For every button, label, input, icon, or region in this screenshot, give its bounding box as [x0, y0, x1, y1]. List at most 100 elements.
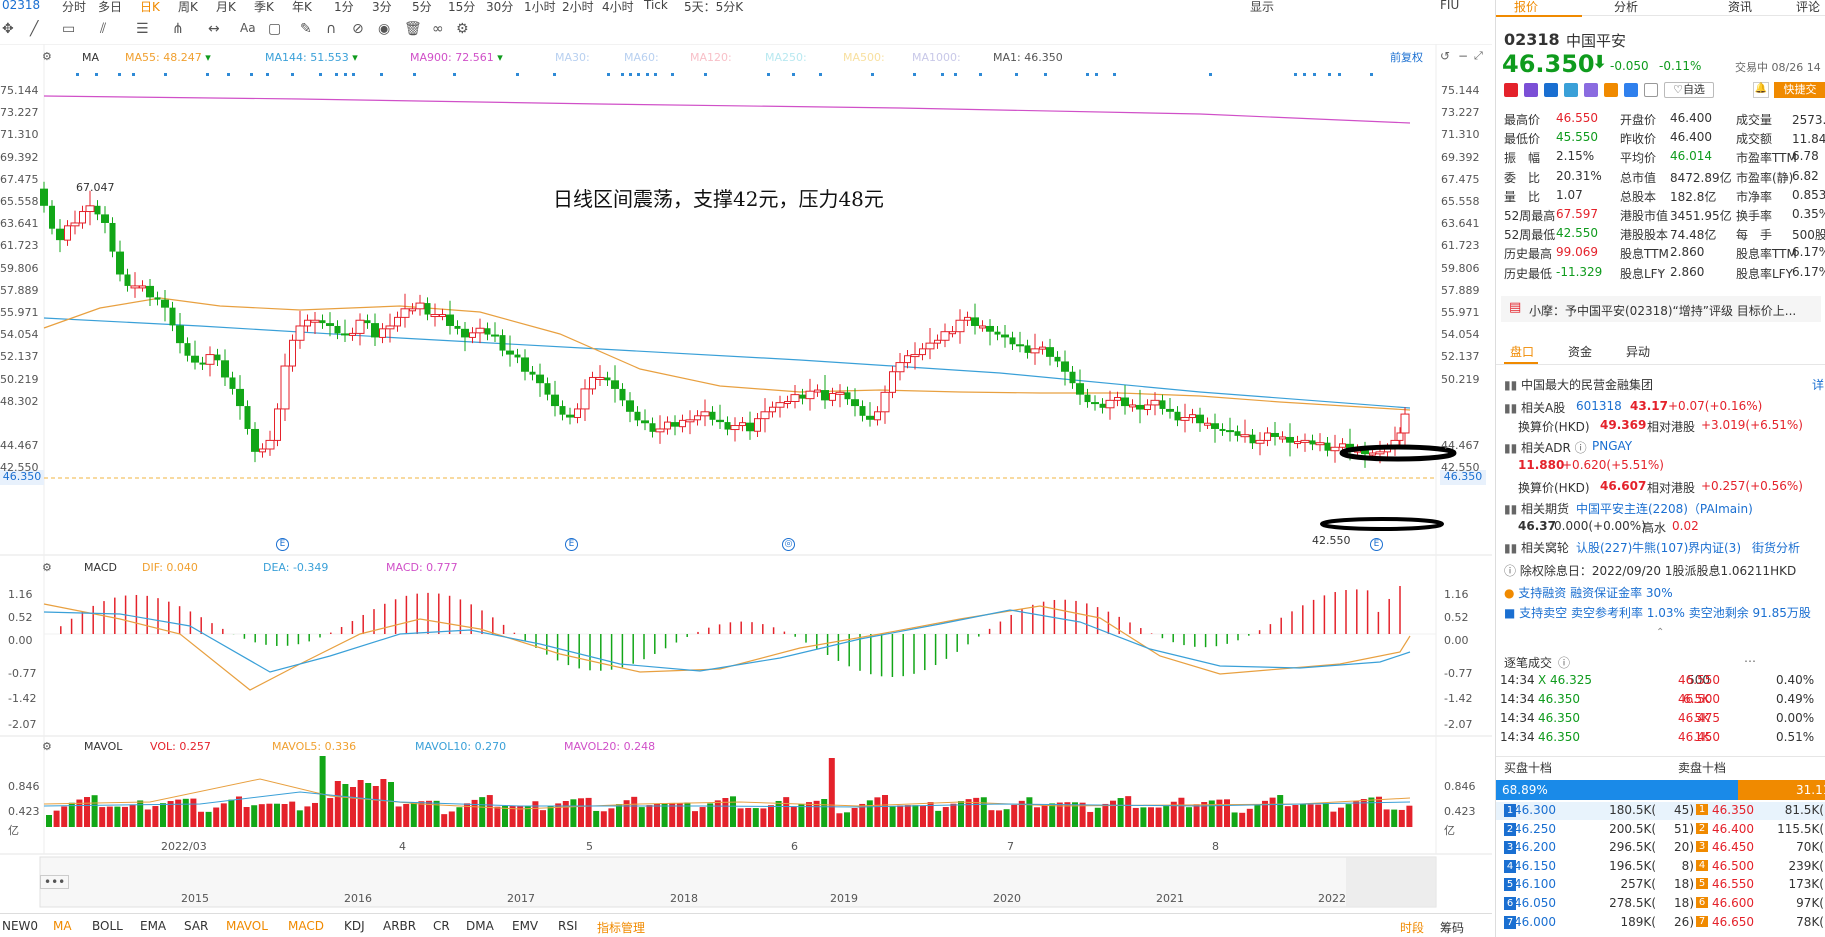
ind-boll[interactable]: BOLL — [92, 919, 123, 933]
pitchfork-icon[interactable]: ⋔ — [172, 21, 184, 37]
warrant-call[interactable]: 认股(227) — [1576, 539, 1632, 556]
chart-annotation[interactable]: 日线区间震荡，支撑42元，压力48元 — [553, 183, 884, 212]
short-row[interactable]: ■ 支持卖空 卖空参考利率 1.03% 卖空池剩余 91.85万股 — [1504, 604, 1811, 621]
tf-yearly[interactable]: 年K — [292, 0, 312, 14]
ind-ma[interactable]: MA — [53, 919, 72, 933]
tag-badge-icon[interactable] — [1624, 83, 1638, 97]
tf-5m[interactable]: 5分 — [412, 0, 432, 14]
ma-legend-5[interactable]: MA120: — [690, 51, 732, 64]
ind-rsi[interactable]: RSI — [558, 919, 578, 933]
tf-15m[interactable]: 15分 — [448, 0, 475, 14]
ind-new0[interactable]: NEW0 — [2, 919, 38, 933]
ma-legend-8[interactable]: MA1000: — [912, 51, 961, 64]
macd-settings-icon[interactable]: ⚙ — [42, 561, 52, 574]
expand-icon[interactable]: ⤢ — [1474, 49, 1483, 63]
tf-quarterly[interactable]: 季K — [254, 0, 274, 14]
ind-kdj[interactable]: KDJ — [344, 919, 365, 933]
ma-legend-1[interactable]: MA144: 51.553 ▾ — [265, 51, 358, 64]
minimize-icon[interactable]: − — [1458, 49, 1468, 63]
book-row[interactable]: 1 46.300 180.5K( 45) 1 46.350 81.5K( — [1496, 802, 1825, 820]
mavol-title[interactable]: MAVOL — [84, 740, 122, 753]
event-marker-icon[interactable]: ◎ — [782, 538, 795, 551]
channel-tool-icon[interactable]: ⫽ — [100, 21, 106, 37]
tf-1m[interactable]: 1分 — [334, 0, 354, 14]
ind-ema[interactable]: EMA — [140, 919, 166, 933]
book-row[interactable]: 7 46.000 189K( 26) 7 46.650 78K( — [1496, 914, 1825, 932]
connect-badge-icon[interactable] — [1524, 83, 1538, 97]
tf-weekly[interactable]: 周K — [178, 0, 198, 14]
trash-icon[interactable]: 🗑 — [404, 21, 422, 37]
ind-dma[interactable]: DMA — [466, 919, 494, 933]
ind-emv[interactable]: EMV — [512, 919, 538, 933]
settings-icon[interactable]: ⚙ — [456, 21, 469, 37]
pen-icon[interactable]: ✎ — [300, 21, 312, 37]
margin-badge-icon[interactable] — [1544, 83, 1558, 97]
magnet-icon[interactable]: ∩ — [326, 21, 336, 37]
stock-code-tab[interactable]: 02318 — [2, 0, 40, 12]
add-watchlist-button[interactable]: ♡自选 — [1664, 82, 1714, 98]
tf-3m[interactable]: 3分 — [372, 0, 392, 14]
ticks-help-icon[interactable]: ⓘ — [1558, 654, 1570, 671]
collapse-chevron-icon[interactable]: ⌃ — [1656, 269, 1664, 280]
ma-legend-7[interactable]: MA500: — [843, 51, 885, 64]
ma-legend-0[interactable]: MA55: 48.247 ▾ — [125, 51, 211, 64]
ma-legend-9[interactable]: MA1: 46.350 — [993, 51, 1063, 64]
book-row[interactable]: 3 46.200 296.5K( 20) 3 46.450 70K( — [1496, 839, 1825, 857]
indicator-settings-icon[interactable]: ⚙ — [42, 50, 52, 63]
tf-2h[interactable]: 2小时 — [562, 0, 594, 14]
chart-area[interactable] — [0, 44, 1492, 913]
ma-legend-4[interactable]: MA60: — [624, 51, 659, 64]
tab-news[interactable]: 资讯 — [1728, 0, 1752, 15]
tab-comments[interactable]: 评论 — [1796, 0, 1820, 15]
lock-icon[interactable]: ⊘ — [352, 21, 364, 37]
ind-manage[interactable]: 指标管理 — [597, 919, 645, 936]
ind-cr[interactable]: CR — [433, 919, 450, 933]
chips-button[interactable]: 筹码 — [1440, 919, 1464, 936]
tf-5day[interactable]: 5天：5分K — [684, 0, 743, 14]
warrant-analysis[interactable]: 街货分析 — [1752, 539, 1800, 556]
ind-sar[interactable]: SAR — [184, 919, 208, 933]
ind-mavol[interactable]: MAVOL — [226, 919, 268, 933]
tab-quote[interactable]: 报价 — [1514, 0, 1538, 15]
ind-macd[interactable]: MACD — [288, 919, 324, 933]
book-row[interactable]: 6 46.050 278.5K( 18) 6 46.600 97K( — [1496, 895, 1825, 913]
quick-trade-button[interactable]: 快捷交 — [1774, 82, 1825, 98]
main-indicator-name[interactable]: MA — [82, 51, 99, 64]
margin-row[interactable]: ● 支持融资 融资保证金率 30% — [1504, 584, 1673, 601]
ma-legend-2[interactable]: MA900: 72.561 ▾ — [410, 51, 503, 64]
arrow-tool-icon[interactable]: ↔ — [208, 21, 220, 37]
short-badge-icon[interactable] — [1564, 83, 1578, 97]
link-icon[interactable]: ∞ — [432, 21, 444, 37]
tf-4h[interactable]: 4小时 — [602, 0, 634, 14]
bell-icon[interactable]: 🔔 — [1753, 82, 1769, 98]
futures-name[interactable]: 中国平安主连(2208)（PAImain) — [1576, 500, 1753, 517]
ticks-more-icon[interactable]: ⋯ — [1744, 654, 1756, 668]
mavol-settings-icon[interactable]: ⚙ — [42, 740, 52, 753]
warrant-cbbc[interactable]: 牛熊(107) — [1632, 539, 1688, 556]
event-marker-icon[interactable]: E — [276, 538, 289, 551]
subtab-movement[interactable]: 异动 — [1626, 343, 1650, 360]
tf-daily[interactable]: 日K — [140, 0, 160, 14]
event-marker-icon[interactable]: E — [1370, 538, 1383, 551]
overview-navigator[interactable] — [39, 856, 1437, 908]
book-row[interactable]: 2 46.250 200.5K( 51) 2 46.400 115.5K( — [1496, 821, 1825, 839]
option-badge-icon[interactable] — [1604, 83, 1618, 97]
overview-window[interactable] — [1346, 857, 1436, 907]
tf-tick[interactable]: Tick — [644, 0, 668, 12]
fib-tool-icon[interactable]: ☰ — [136, 21, 149, 37]
subtab-capital[interactable]: 资金 — [1568, 343, 1592, 360]
subtab-orderbook[interactable]: 盘口 — [1510, 343, 1534, 360]
book-row[interactable]: 5 46.100 257K( 18) 5 46.550 173K( — [1496, 876, 1825, 894]
overview-more-button[interactable]: ••• — [40, 875, 70, 889]
news-banner[interactable]: ▤ 小摩：予中国平安(02318)“增持”评级 目标价上... — [1501, 296, 1821, 322]
comment-icon[interactable]: ▢ — [268, 21, 281, 37]
macd-title[interactable]: MACD — [84, 561, 117, 574]
rect-tool-icon[interactable]: ▭ — [62, 21, 75, 37]
undo-icon[interactable]: ↺ — [1440, 49, 1450, 63]
tab-analysis[interactable]: 分析 — [1614, 0, 1638, 15]
crosshair-icon[interactable]: ✥ — [2, 21, 14, 37]
a-share-code[interactable]: 601318 — [1576, 399, 1622, 413]
book-row[interactable]: 4 46.150 196.5K( 8) 4 46.500 239K( — [1496, 858, 1825, 876]
text-tool-icon[interactable]: Aa — [240, 21, 256, 35]
tf-30m[interactable]: 30分 — [486, 0, 513, 14]
